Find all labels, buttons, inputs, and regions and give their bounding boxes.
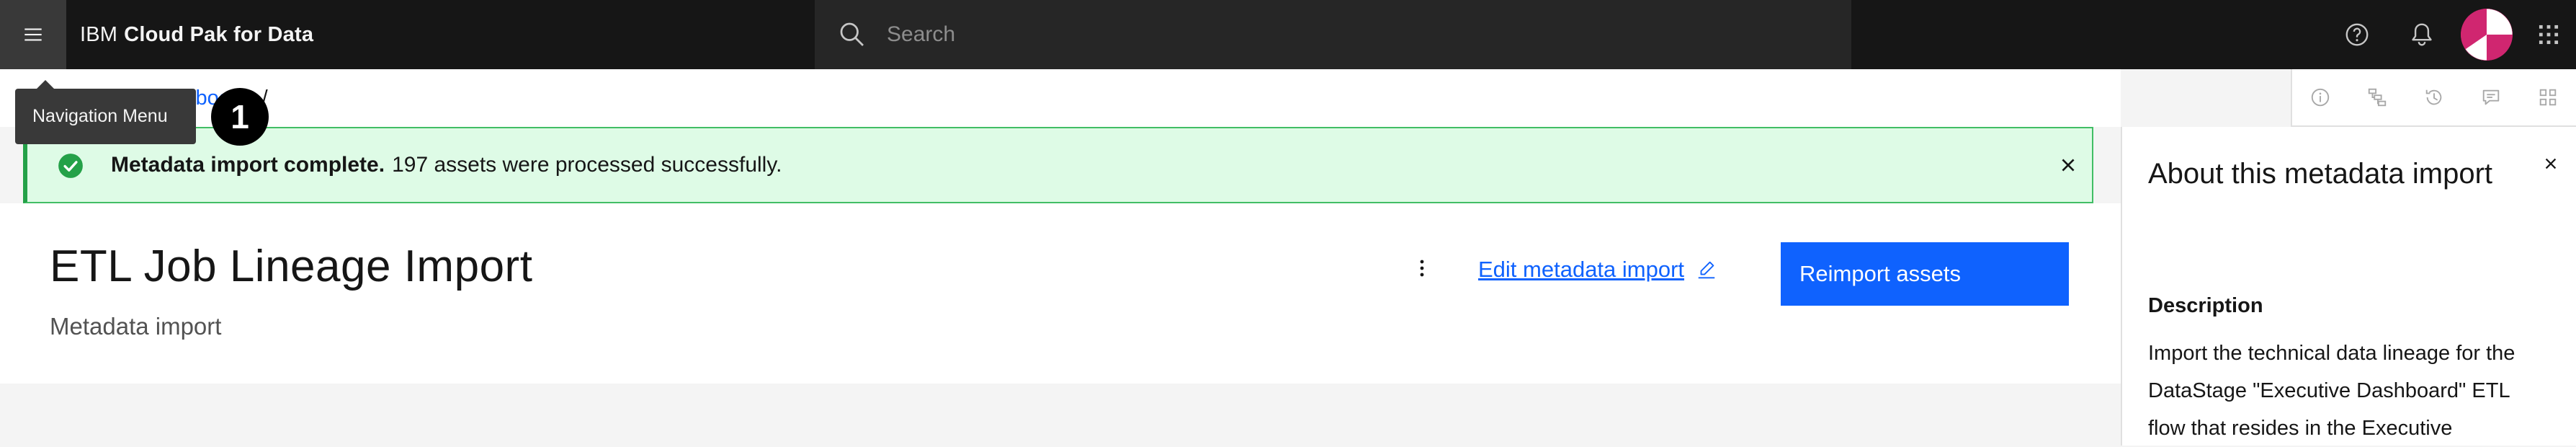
help-icon xyxy=(2345,23,2369,46)
notification-title: Metadata import complete. xyxy=(111,153,385,177)
brand-prefix: IBM xyxy=(80,22,118,46)
close-icon xyxy=(2545,158,2557,169)
info-button[interactable] xyxy=(2292,69,2349,125)
search-icon xyxy=(840,22,864,46)
close-icon xyxy=(2062,159,2075,172)
edit-link-label: Edit metadata import xyxy=(1478,257,1685,282)
app-switcher-button[interactable] xyxy=(2521,0,2576,69)
panel-close-button[interactable] xyxy=(2540,153,2562,174)
related-items-button[interactable] xyxy=(2519,69,2576,125)
menu-icon xyxy=(24,28,42,41)
edit-icon xyxy=(1698,261,1715,279)
edit-metadata-import-link[interactable]: Edit metadata import xyxy=(1478,255,1717,284)
brand-name: Cloud Pak for Data xyxy=(124,22,314,46)
notification-close-button[interactable] xyxy=(2054,151,2082,179)
success-notification: Metadata import complete. 197 assets wer… xyxy=(23,127,2093,203)
data-lineage-icon xyxy=(2369,88,2387,107)
notification-icon xyxy=(2412,23,2432,46)
global-search xyxy=(815,0,1851,69)
user-avatar[interactable] xyxy=(2461,9,2513,61)
description-text: Import the technical data lineage for th… xyxy=(2148,342,2515,440)
step-number-badge: 1 xyxy=(211,88,269,146)
search-input[interactable] xyxy=(887,17,1823,52)
chat-icon xyxy=(2482,89,2500,105)
notifications-button[interactable] xyxy=(2389,0,2455,69)
breadcrumb-bar: Executive Dashboard / xyxy=(0,69,2121,127)
page-header: ETL Job Lineage Import Metadata import E… xyxy=(0,203,2121,384)
lineage-button[interactable] xyxy=(2349,69,2406,125)
app-switcher-icon xyxy=(2539,25,2559,45)
product-name[interactable]: IBM Cloud Pak for Data xyxy=(80,0,313,69)
navigation-menu-button[interactable] xyxy=(0,0,66,69)
notification-content: Metadata import complete. 197 assets wer… xyxy=(111,128,782,202)
notification-message: 197 assets were processed successfully. xyxy=(392,153,782,177)
overflow-menu-button[interactable] xyxy=(1409,251,1435,286)
checkmark-filled-icon xyxy=(58,154,83,178)
comments-button[interactable] xyxy=(2462,69,2519,125)
help-button[interactable] xyxy=(2324,0,2390,69)
page-subtitle: Metadata import xyxy=(50,313,222,340)
apps-icon xyxy=(2539,89,2556,106)
history-button[interactable] xyxy=(2406,69,2463,125)
panel-toolbar xyxy=(2291,69,2576,127)
global-header: IBM Cloud Pak for Data xyxy=(0,0,2576,69)
navigation-menu-tooltip: Navigation Menu xyxy=(15,80,196,144)
info-icon xyxy=(2312,88,2330,107)
description-label: Description xyxy=(2148,294,2263,317)
overflow-menu-vertical-icon xyxy=(1420,260,1424,277)
history-icon xyxy=(2425,89,2442,105)
panel-title: About this metadata import xyxy=(2148,158,2493,190)
page-title: ETL Job Lineage Import xyxy=(50,242,533,291)
avatar-image xyxy=(2461,9,2513,61)
about-side-panel: About this metadata import Description I… xyxy=(2121,127,2576,446)
reimport-assets-button[interactable]: Reimport assets xyxy=(1781,242,2069,306)
